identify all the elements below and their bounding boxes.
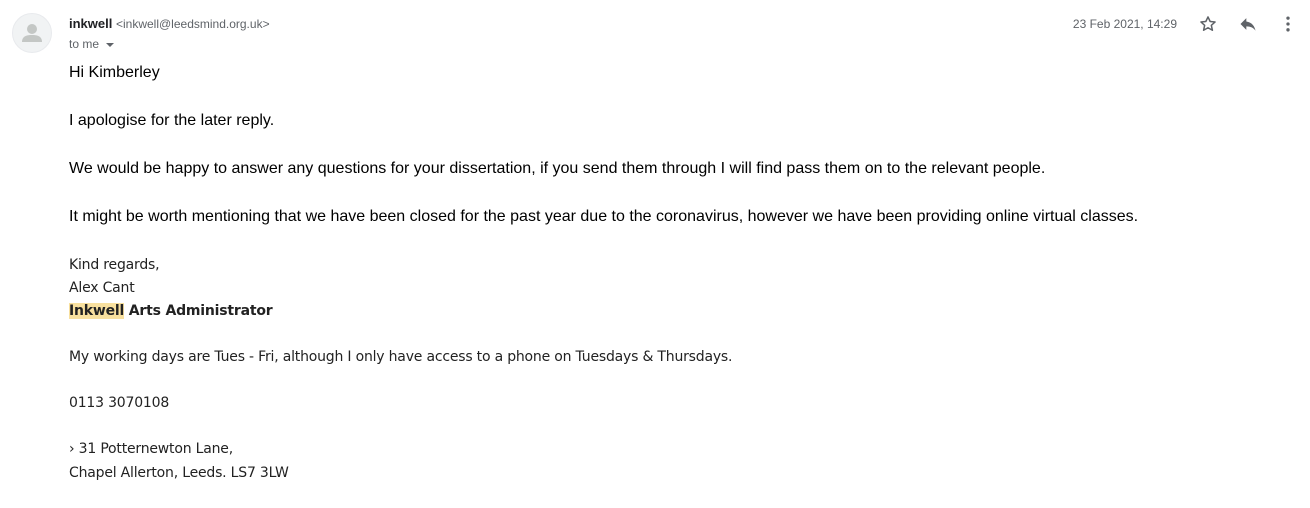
signature-title-rest: Arts Administrator: [124, 303, 273, 319]
signature-address-line1: › 31 Potternewton Lane,: [69, 441, 233, 457]
chevron-down-icon[interactable]: [106, 42, 115, 47]
signature-name: Alex Cant: [69, 280, 135, 296]
signature-title: Inkwell Arts Administrator: [69, 301, 273, 321]
signature-closing: Kind regards,: [69, 257, 160, 273]
signature-working-days: My working days are Tues - Fri, although…: [69, 349, 733, 365]
reply-button[interactable]: [1236, 12, 1260, 36]
paragraph-apology: I apologise for the later reply.: [69, 112, 275, 129]
signature-phone: 0113 3070108: [69, 395, 170, 411]
avatar[interactable]: [12, 13, 52, 53]
recipients-toggle[interactable]: to me: [69, 36, 115, 52]
more-options-button[interactable]: [1276, 12, 1300, 36]
reply-icon: [1240, 18, 1256, 31]
sender-email: <inkwell@leedsmind.org.uk>: [115, 17, 270, 31]
paragraph-questions: We would be happy to answer any question…: [69, 160, 1046, 177]
more-vertical-icon: [1286, 16, 1290, 32]
star-icon: [1200, 16, 1216, 31]
to-label: to me: [69, 37, 100, 51]
person-avatar-icon: [22, 24, 42, 42]
paragraph-closure: It might be worth mentioning that we hav…: [69, 208, 1139, 225]
sender-line: inkwell <inkwell@leedsmind.org.uk>: [69, 15, 270, 33]
search-highlight: Inkwell: [69, 303, 125, 319]
email-view: inkwell <inkwell@leedsmind.org.uk> to me…: [0, 0, 1310, 508]
sender-name[interactable]: inkwell: [69, 16, 112, 31]
greeting: Hi Kimberley: [69, 64, 160, 81]
message-date: 23 Feb 2021, 14:29: [1072, 17, 1177, 31]
star-button[interactable]: [1196, 12, 1220, 36]
signature-address-line2: Chapel Allerton, Leeds. LS7 3LW: [69, 465, 289, 481]
